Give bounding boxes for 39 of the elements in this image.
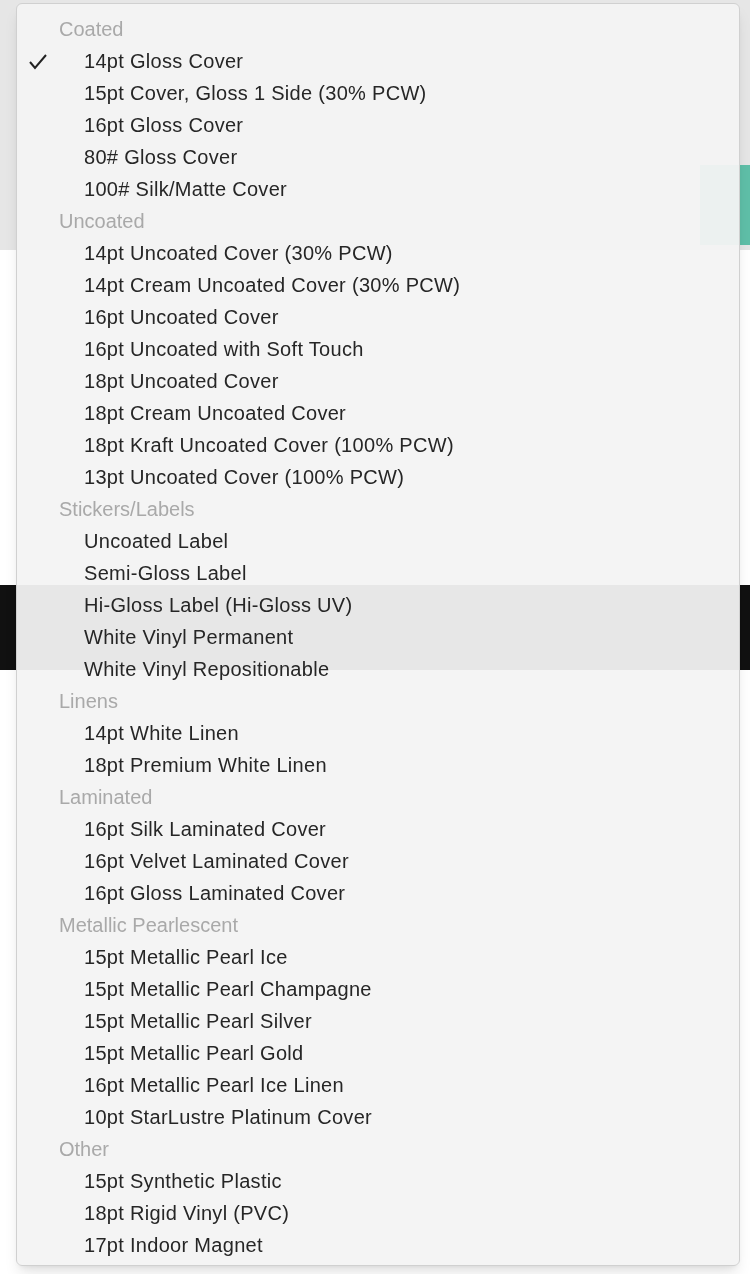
menu-section-header: Laminated [58, 785, 153, 810]
menu-item[interactable]: 15pt Metallic Pearl Silver [17, 1005, 739, 1037]
menu-item[interactable]: 18pt Cream Uncoated Cover [17, 397, 739, 429]
menu-item[interactable]: 16pt Metallic Pearl Ice Linen [17, 1069, 739, 1101]
menu-item[interactable]: 15pt Metallic Pearl Champagne [17, 973, 739, 1005]
menu-item[interactable]: 13pt Uncoated Cover (100% PCW) [17, 461, 739, 493]
menu-section-header: Coated [58, 17, 124, 42]
menu-item[interactable]: 18pt Premium White Linen [17, 749, 739, 781]
menu-section-header: Metallic Pearlescent [58, 913, 238, 938]
menu-item[interactable]: Hi-Gloss Label (Hi-Gloss UV) [17, 589, 739, 621]
menu-item[interactable]: 16pt Silk Laminated Cover [17, 813, 739, 845]
menu-item[interactable]: 14pt White Linen [17, 717, 739, 749]
menu-section-header: Stickers/Labels [58, 497, 195, 522]
menu-item[interactable]: 100# Silk/Matte Cover [17, 173, 739, 205]
menu-item[interactable]: Uncoated Label [17, 525, 739, 557]
menu-item[interactable]: 16pt Gloss Cover [17, 109, 739, 141]
menu-item[interactable]: 16pt Uncoated with Soft Touch [17, 333, 739, 365]
menu-item[interactable]: 16pt Velvet Laminated Cover [17, 845, 739, 877]
menu-item[interactable]: Semi-Gloss Label [17, 557, 739, 589]
menu-item[interactable]: 14pt Cream Uncoated Cover (30% PCW) [17, 269, 739, 301]
menu-item[interactable]: 18pt Kraft Uncoated Cover (100% PCW) [17, 429, 739, 461]
menu-item[interactable]: 15pt Metallic Pearl Ice [17, 941, 739, 973]
menu-item[interactable]: 17pt Indoor Magnet [17, 1229, 739, 1261]
menu-item[interactable]: 14pt Uncoated Cover (30% PCW) [17, 237, 739, 269]
menu-item[interactable]: White Vinyl Repositionable [17, 653, 739, 685]
menu-item[interactable]: 16pt Uncoated Cover [17, 301, 739, 333]
menu-item[interactable]: White Vinyl Permanent [17, 621, 739, 653]
menu-section-header: Linens [58, 689, 118, 714]
menu-item[interactable]: 15pt Metallic Pearl Gold [17, 1037, 739, 1069]
menu-item[interactable]: 18pt Rigid Vinyl (PVC) [17, 1197, 739, 1229]
menu-section-header: Other [58, 1137, 110, 1162]
menu-item[interactable]: 14pt Gloss Cover [17, 45, 739, 77]
menu-section-header: Uncoated [58, 209, 145, 234]
menu-item[interactable]: 15pt Cover, Gloss 1 Side (30% PCW) [17, 77, 739, 109]
menu-item[interactable]: 80# Gloss Cover [17, 141, 739, 173]
menu-item[interactable]: 16pt Gloss Laminated Cover [17, 877, 739, 909]
menu-item[interactable]: 15pt Synthetic Plastic [17, 1165, 739, 1197]
menu-item[interactable]: 10pt StarLustre Platinum Cover [17, 1101, 739, 1133]
menu-item[interactable]: 18pt Uncoated Cover [17, 365, 739, 397]
